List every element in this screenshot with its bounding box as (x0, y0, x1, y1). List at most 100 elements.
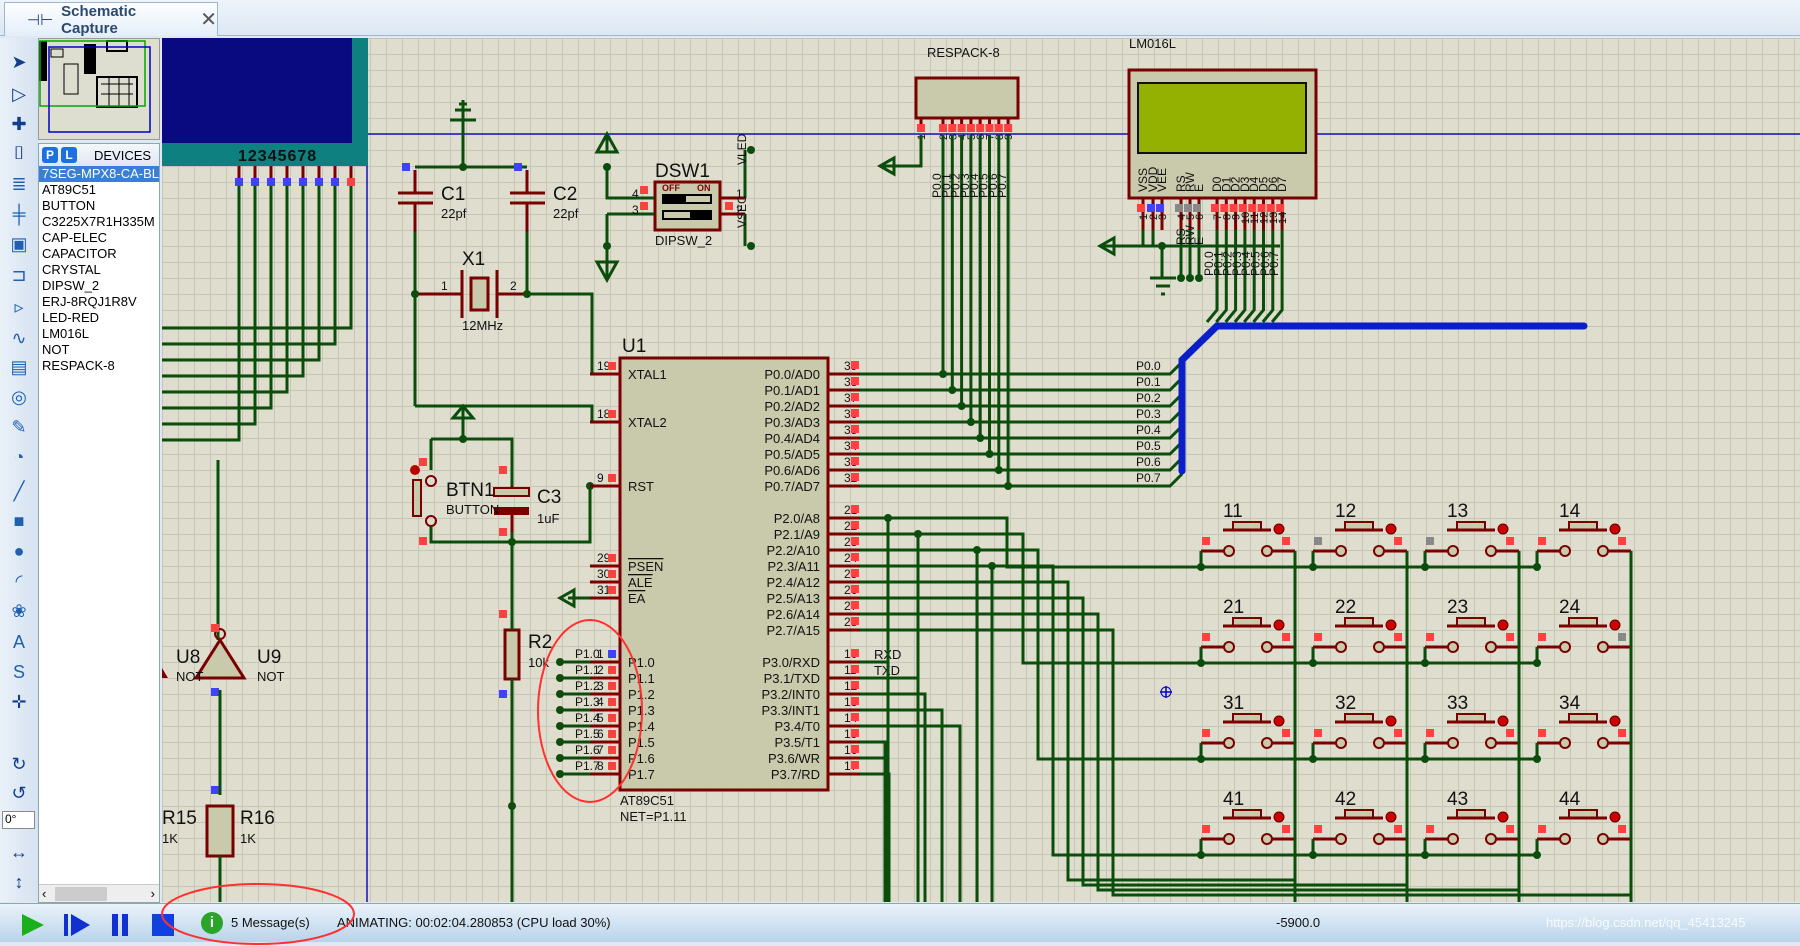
device-item[interactable]: CAPACITOR (39, 246, 159, 262)
rotation-angle-input[interactable]: 0° (2, 811, 35, 829)
p1-net-label: P1.5 (575, 727, 600, 741)
device-item[interactable]: 7SEG-MPX8-CA-BLUE (39, 166, 159, 182)
pin-state-marker (976, 124, 985, 132)
pin-name: P3.4/T0 (774, 719, 820, 734)
line-icon[interactable]: ╱ (5, 479, 33, 503)
key-contact (1597, 833, 1609, 845)
device-item[interactable]: RESPACK-8 (39, 358, 159, 374)
rotate-cw-icon[interactable]: ↻ (5, 752, 33, 776)
junction-dot (747, 242, 755, 250)
device-item[interactable]: LM016L (39, 326, 159, 342)
graph-icon[interactable]: ∿ (5, 326, 33, 350)
wire (860, 660, 962, 902)
subcircuit-icon[interactable]: ▣ (5, 232, 33, 256)
generator-icon[interactable]: ◎ (5, 385, 33, 409)
device-list-scrollbar[interactable]: ‹ › (39, 884, 159, 902)
pin-name: P3.5/T1 (774, 735, 820, 750)
terminal-icon[interactable]: ⊐ (5, 263, 33, 287)
scroll-thumb[interactable] (55, 887, 107, 901)
symbol-icon[interactable]: S (5, 660, 33, 684)
tape-icon[interactable]: ▤ (5, 355, 33, 379)
pin-state-marker (251, 178, 259, 186)
pin-state-marker (851, 409, 859, 417)
device-item[interactable]: CAP-ELEC (39, 230, 159, 246)
meter-icon[interactable]: ◔ (5, 445, 33, 469)
pin-state-marker (499, 528, 507, 536)
mirror-h-icon[interactable]: ↔ (5, 840, 33, 864)
label-icon[interactable]: ⌷ (5, 141, 33, 165)
device-item[interactable]: DIPSW_2 (39, 278, 159, 294)
pin-name: PSEN (628, 559, 663, 574)
device-item[interactable]: CRYSTAL (39, 262, 159, 278)
capacitor-plates (398, 191, 545, 205)
u8-value: NOT (176, 669, 204, 684)
play-button[interactable] (22, 914, 44, 936)
key-state-icon (1385, 811, 1397, 823)
pin-state-marker (939, 124, 947, 132)
mirror-v-icon[interactable]: ↕ (5, 870, 33, 894)
box-icon[interactable]: ■ (5, 509, 33, 533)
step-button[interactable] (64, 914, 90, 936)
text-icon[interactable]: A (5, 630, 33, 654)
wire (876, 135, 923, 177)
u1-ref: U1 (622, 336, 646, 357)
dsw-on-label: ON (697, 183, 711, 193)
pin-state-marker (1276, 204, 1285, 212)
pin-state-marker (851, 665, 859, 673)
overview-window[interactable] (38, 38, 160, 140)
junction-icon[interactable]: ✚ (5, 112, 33, 136)
library-button[interactable]: L (61, 147, 77, 163)
key-contact (1559, 545, 1571, 557)
devices-header: P L DEVICES (39, 144, 159, 166)
pause-button[interactable] (112, 914, 128, 936)
tab-schematic-capture[interactable]: ⊣⊢ Schematic Capture ✕ (4, 2, 218, 37)
key-state-icon (1497, 811, 1509, 823)
device-item[interactable]: ERJ-8RQJ1R8V (39, 294, 159, 310)
r2-ref: R2 (528, 632, 552, 653)
port-icon[interactable]: ▹ (5, 295, 33, 319)
device-item[interactable]: LED-RED (39, 310, 159, 326)
close-tab-button[interactable]: ✕ (200, 7, 217, 32)
probe-icon[interactable]: ✎ (5, 415, 33, 439)
pick-devices-button[interactable]: P (42, 147, 58, 163)
bus-icon[interactable]: ╪ (5, 202, 33, 226)
device-item[interactable]: BUTTON (39, 198, 159, 214)
schematic-canvas[interactable]: 12345678 U8 NOT U9 NOT R15 1K R16 1K C1 22pf C2 22pf… (162, 38, 1800, 902)
schematic-drawing[interactable]: 12345678U8NOTU9NOTR151KR161KC122pfC222pf… (162, 38, 1800, 902)
p0-net-label: P0.6 (1136, 455, 1161, 469)
pin-state-marker (1538, 729, 1546, 737)
script-icon[interactable]: ≣ (5, 172, 33, 196)
key-label: 32 (1335, 693, 1356, 714)
key-label: 42 (1335, 789, 1356, 810)
key-label: 12 (1335, 501, 1356, 522)
component-icon[interactable]: ▷ (5, 82, 33, 106)
key-contact (1559, 737, 1571, 749)
pin-state-marker (1538, 825, 1546, 833)
device-item[interactable]: NOT (39, 342, 159, 358)
pin-state-marker (1426, 633, 1434, 641)
marker-icon[interactable]: ✛ (5, 690, 33, 714)
device-item[interactable]: AT89C51 (39, 182, 159, 198)
junction-dot (556, 674, 564, 682)
lcd-pin-name: D7 (1275, 176, 1289, 192)
scroll-left-icon[interactable]: ‹ (42, 886, 46, 901)
circle-icon[interactable]: ● (5, 539, 33, 563)
wire (860, 376, 1184, 392)
lcd-pin-number: 6 (1194, 214, 1206, 220)
pin-state-marker (402, 163, 410, 171)
pin-state-marker (1229, 204, 1238, 212)
scroll-right-icon[interactable]: › (151, 886, 155, 901)
rotate-ccw-icon[interactable]: ↺ (5, 781, 33, 805)
lcd-pin-name: E (1192, 184, 1206, 192)
device-item[interactable]: C3225X7R1H335M (39, 214, 159, 230)
pin-state-marker (966, 124, 975, 132)
pin-state-marker (608, 410, 616, 418)
u1-part: AT89C51 (620, 793, 674, 808)
arc-icon[interactable]: ◜ (5, 569, 33, 593)
path-icon[interactable]: ❀ (5, 599, 33, 623)
key-state-icon (1497, 619, 1509, 631)
pointer-icon[interactable]: ➤ (5, 50, 33, 74)
pin-state-marker (851, 729, 859, 737)
key-state-icon (1273, 715, 1285, 727)
display-digit-labels: 12345678 (238, 148, 317, 165)
